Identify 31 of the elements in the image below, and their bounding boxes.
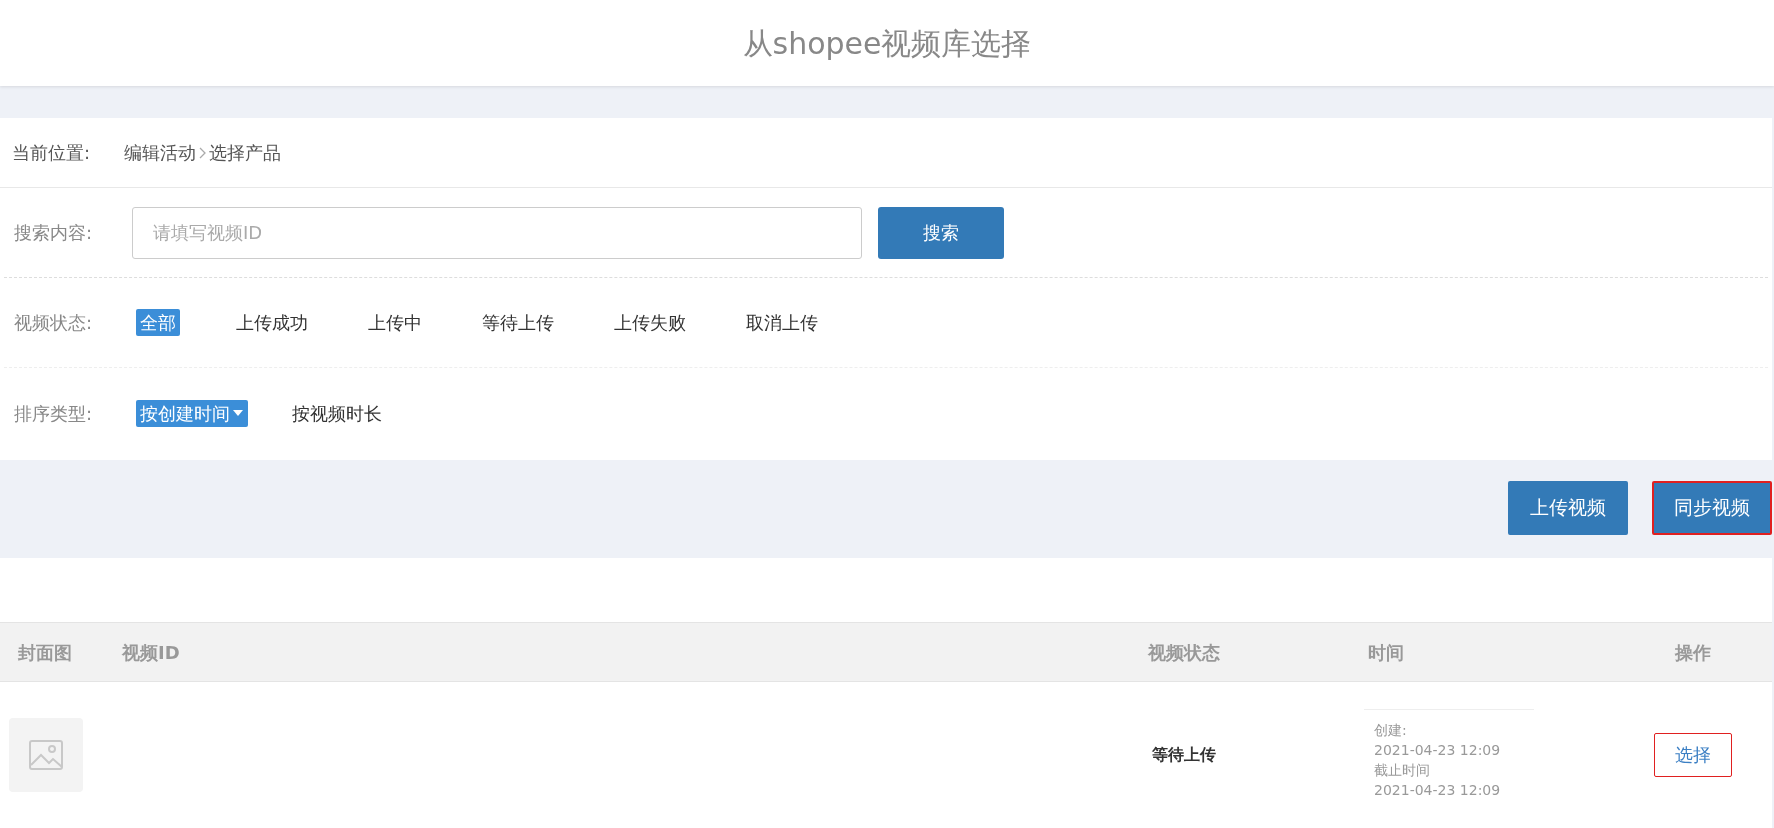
breadcrumb-item[interactable]: 编辑活动 xyxy=(124,139,196,166)
status-option[interactable]: 上传成功 xyxy=(232,309,312,336)
column-header: 操作 xyxy=(1675,640,1711,665)
breadcrumb-item: 选择产品 xyxy=(209,141,281,165)
status-option[interactable]: 上传失败 xyxy=(610,309,690,336)
deadline-time: 2021-04-23 12:09 xyxy=(1374,781,1502,800)
caret-icon xyxy=(232,409,244,417)
breadcrumb-label: 当前位置: xyxy=(12,141,92,165)
column-header: 封面图 xyxy=(18,640,73,665)
dialog-title: 从shopee视频库选择 xyxy=(742,24,1032,63)
action-button[interactable]: 上传视频 xyxy=(1508,480,1628,535)
column-header: 视频ID xyxy=(122,640,181,665)
sort-label: 排序类型: xyxy=(14,401,94,426)
status-option[interactable]: 取消上传 xyxy=(742,309,822,336)
status-option[interactable]: 上传中 xyxy=(364,309,426,336)
action-button[interactable]: 同步视频 xyxy=(1652,480,1772,535)
status-label: 视频状态: xyxy=(14,311,94,335)
image-icon xyxy=(28,738,64,771)
sort-option[interactable]: 按视频时长 xyxy=(288,399,386,427)
column-header: 视频状态 xyxy=(1148,640,1220,665)
created-time: 2021-04-23 12:09 xyxy=(1374,741,1502,760)
search-field[interactable]: 请填写视频ID xyxy=(132,206,862,259)
search-label: 搜索内容: xyxy=(14,221,94,245)
deadline-label: 截止时间 xyxy=(1374,761,1431,780)
created-label: 创建: xyxy=(1374,721,1408,740)
select-link[interactable]: 选择 xyxy=(1654,732,1732,777)
search-button[interactable]: 搜索 xyxy=(878,206,1004,259)
column-header: 时间 xyxy=(1368,640,1405,665)
status-option[interactable]: 等待上传 xyxy=(478,309,558,336)
chevron-icon xyxy=(199,146,206,159)
table-cell-text: 等待上传 xyxy=(1152,743,1216,766)
